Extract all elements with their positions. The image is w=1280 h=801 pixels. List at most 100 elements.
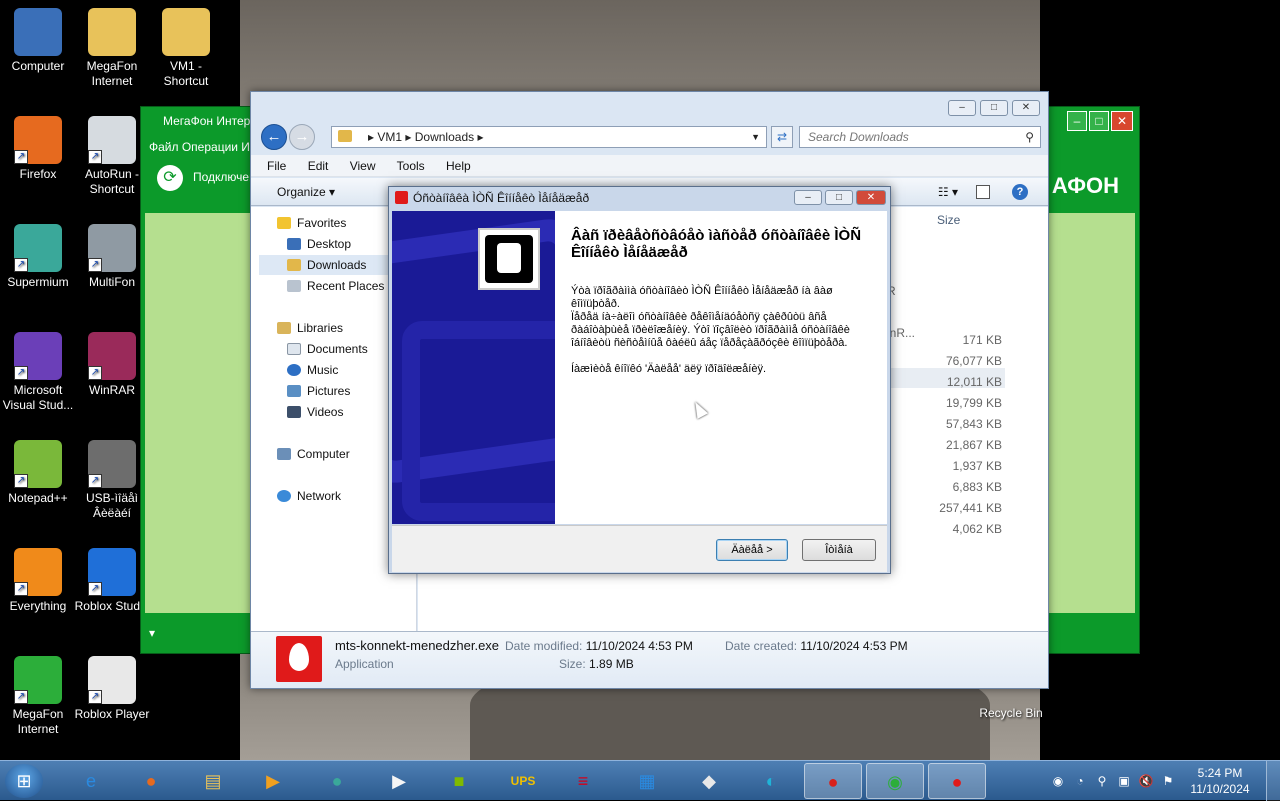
taskbar-angry-birds-icon[interactable]: ● xyxy=(804,763,862,799)
signal-tray-icon[interactable]: ◔ xyxy=(1072,773,1088,789)
nav-computer[interactable]: Computer xyxy=(277,444,350,464)
file-size-cell: 21,867 KB xyxy=(945,438,1002,452)
menu-help[interactable]: Help xyxy=(446,159,471,173)
nav-libraries[interactable]: Libraries xyxy=(277,318,343,338)
maximize-button[interactable]: □ xyxy=(980,100,1008,116)
desktop-icon-2[interactable]: VM1 - Shortcut xyxy=(148,8,224,89)
taskbar-internet-explorer-icon[interactable]: e xyxy=(62,763,120,799)
desktop-icon-3[interactable]: ↗ Firefox xyxy=(0,116,76,182)
back-button[interactable]: ← xyxy=(261,124,287,150)
desktop-icon-14[interactable]: ↗ Roblox Player xyxy=(74,656,150,722)
nav-downloads[interactable]: Downloads xyxy=(259,255,409,275)
taskbar-supermium-icon[interactable]: ● xyxy=(308,763,366,799)
desktop-icon-9[interactable]: ↗ Notepad++ xyxy=(0,440,76,506)
menu-file[interactable]: File xyxy=(267,159,286,173)
maximize-button[interactable]: □ xyxy=(825,190,853,205)
desktop-icon-13[interactable]: ↗ MegaFon Internet xyxy=(0,656,76,737)
desktop-icon-0[interactable]: Computer xyxy=(0,8,76,74)
volume-muted-icon[interactable]: 🔇 xyxy=(1138,773,1154,789)
address-bar[interactable]: ▸ VM1 ▸ Downloads ▸ ▼ xyxy=(331,126,767,148)
search-input[interactable]: Search Downloads ⚲ xyxy=(799,126,1041,148)
recycle-bin-icon[interactable]: Recycle Bin xyxy=(976,706,1046,720)
search-tray-icon[interactable]: ⚲ xyxy=(1094,773,1110,789)
start-button[interactable]: ⊞ xyxy=(5,764,43,798)
desktop-icon-10[interactable]: ↗ USB-ìîäåì Âèëàéí xyxy=(74,440,150,521)
network-tray-icon[interactable]: ▣ xyxy=(1116,773,1132,789)
shortcut-arrow-icon: ↗ xyxy=(14,150,28,164)
desktop-icon-4[interactable]: ↗ AutoRun - Shortcut xyxy=(74,116,150,197)
close-button[interactable]: ✕ xyxy=(1012,100,1040,116)
desktop-icon-12[interactable]: ↗ Roblox Studio xyxy=(74,548,150,614)
next-button[interactable]: Äàëåå > xyxy=(716,539,788,561)
nav-videos[interactable]: Videos xyxy=(287,402,343,422)
desktop-icon-6[interactable]: ↗ MultiFon xyxy=(74,224,150,290)
breadcrumb-downloads[interactable]: Downloads xyxy=(415,130,474,144)
breadcrumb-vm1[interactable]: VM1 xyxy=(377,130,402,144)
taskbar-megafon-internet-icon[interactable]: ◉ xyxy=(866,763,924,799)
nav-documents[interactable]: Documents xyxy=(287,339,368,359)
pictures-icon xyxy=(287,385,301,397)
desktop-icon-5[interactable]: ↗ Supermium xyxy=(0,224,76,290)
taskbar-media-player-icon[interactable]: ▶ xyxy=(244,763,302,799)
views-button[interactable]: ☷ ▾ xyxy=(938,178,958,206)
megafon-tray-icon[interactable]: ◉ xyxy=(1050,773,1066,789)
taskbar-bank-of-america-icon[interactable]: ≡ xyxy=(554,763,612,799)
taskbar-ups-icon[interactable]: UPS xyxy=(494,763,552,799)
desktop-icon-8[interactable]: ↗ WinRAR xyxy=(74,332,150,398)
help-icon[interactable]: ? xyxy=(1012,184,1028,200)
chevron-down-icon[interactable]: ▼ xyxy=(751,127,760,147)
preview-pane-icon[interactable] xyxy=(976,185,990,199)
menu-tools[interactable]: Tools xyxy=(397,159,425,173)
installer-dialog[interactable]: Óñòàíîâêà ÌÒÑ Êîííåêò Ìåíåäæåð – □ ✕ Âàñ… xyxy=(388,186,891,574)
maximize-button[interactable]: □ xyxy=(1089,111,1109,131)
taskbar-edge-icon[interactable]: ◐ xyxy=(742,763,800,799)
nav-desktop[interactable]: Desktop xyxy=(287,234,351,254)
desktop-icon-label: MegaFon Internet xyxy=(86,59,138,88)
system-tray: ◉ ◔ ⚲ ▣ 🔇 ⚑ 5:24 PM 11/10/2024 xyxy=(1050,761,1280,801)
desktop-icon-11[interactable]: ↗ Everything xyxy=(0,548,76,614)
shortcut-arrow-icon: ↗ xyxy=(88,690,102,704)
explorer-window-buttons: – □ ✕ xyxy=(948,100,1040,116)
organize-button[interactable]: Organize ▾ xyxy=(277,185,335,199)
desktop-icon-7[interactable]: ↗ Microsoft Visual Stud... xyxy=(0,332,76,413)
chevron-down-icon[interactable]: ▾ xyxy=(149,626,155,640)
forward-button[interactable]: → xyxy=(289,124,315,150)
menu-edit[interactable]: Edit xyxy=(308,159,329,173)
flag-icon[interactable]: ⚑ xyxy=(1160,773,1176,789)
connect-label[interactable]: Подключен xyxy=(193,170,256,184)
minimize-button[interactable]: – xyxy=(794,190,822,205)
file-size-cell: 57,843 KB xyxy=(945,417,1002,431)
refresh-icon[interactable]: ⟳ xyxy=(157,165,183,191)
banner-shape xyxy=(402,321,555,521)
refresh-button[interactable]: ⇄ xyxy=(771,126,793,148)
videos-icon xyxy=(287,406,301,418)
taskbar-microsoft-store-icon[interactable]: ▦ xyxy=(618,763,676,799)
megafon-brand: АФОН xyxy=(1051,173,1119,198)
nav-label: Libraries xyxy=(297,321,344,335)
taskbar-firefox-icon[interactable]: ● xyxy=(122,763,180,799)
taskbar-mts-connect-icon[interactable]: ● xyxy=(928,763,986,799)
menu-view[interactable]: View xyxy=(350,159,376,173)
desktop-icon-1[interactable]: MegaFon Internet xyxy=(74,8,150,89)
shortcut-arrow-icon: ↗ xyxy=(88,258,102,272)
taskbar-microsoft-icon[interactable]: ■ xyxy=(430,763,488,799)
cancel-button[interactable]: Îòìåíà xyxy=(802,539,876,561)
shortcut-arrow-icon: ↗ xyxy=(88,582,102,596)
nav-music[interactable]: Music xyxy=(287,360,338,380)
clock[interactable]: 5:24 PM 11/10/2024 xyxy=(1180,765,1260,797)
nav-recent-places[interactable]: Recent Places xyxy=(287,276,384,296)
taskbar-roblox-icon[interactable]: ◆ xyxy=(680,763,738,799)
nav-favorites[interactable]: Favorites xyxy=(277,213,346,233)
taskbar-file-explorer-icon[interactable]: ▤ xyxy=(184,763,242,799)
nav-label: Desktop xyxy=(307,237,352,251)
close-button[interactable]: ✕ xyxy=(1111,111,1133,131)
search-icon[interactable]: ⚲ xyxy=(1025,127,1034,147)
minimize-button[interactable]: – xyxy=(948,100,976,116)
close-button[interactable]: ✕ xyxy=(856,190,886,205)
minimize-button[interactable]: – xyxy=(1067,111,1087,131)
nav-pictures[interactable]: Pictures xyxy=(287,381,350,401)
size-column-header[interactable]: Size xyxy=(937,213,960,227)
taskbar-youtube-icon[interactable]: ▶ xyxy=(370,763,428,799)
show-desktop-button[interactable] xyxy=(1266,761,1280,801)
nav-network[interactable]: Network xyxy=(277,486,341,506)
